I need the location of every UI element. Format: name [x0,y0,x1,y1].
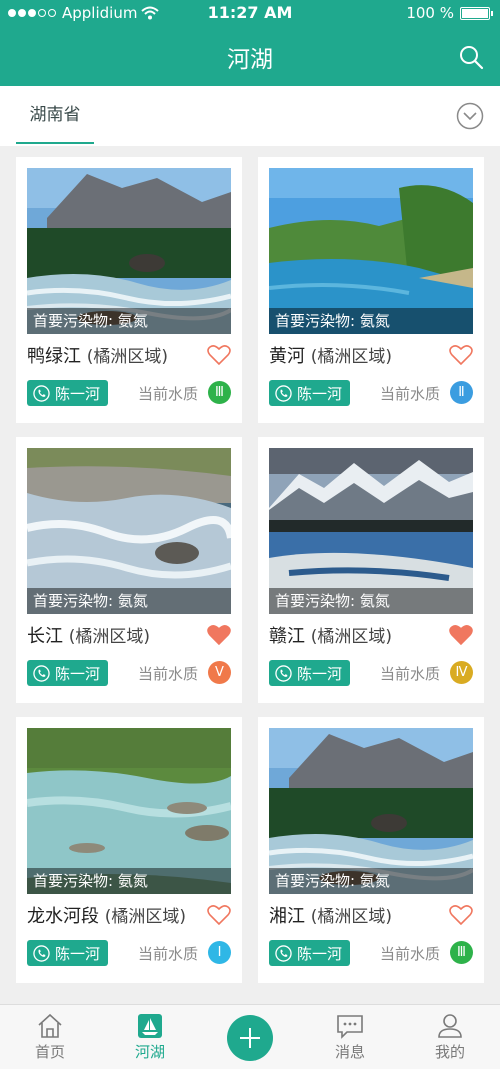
river-title: 湘江 (橘洲区域) [269,902,392,928]
region-tab[interactable]: 湖南省 [16,86,94,144]
river-region: (橘洲区域) [86,347,168,367]
home-icon [38,1013,62,1038]
water-quality-grade-badge: Ⅲ [450,941,473,964]
call-keeper-button[interactable]: 陈一河 [27,660,109,686]
river-card[interactable]: 首要污染物: 氨氮 龙水河段 (橘洲区域) 陈一河 当前水质 Ⅰ [16,717,242,983]
river-photo: 首要污染物: 氨氮 [269,448,473,614]
phone-icon [33,384,50,402]
water-quality-grade-badge: Ⅲ [208,381,231,404]
phone-icon [33,944,50,962]
tab-messages-label: 消息 [334,1043,365,1061]
heart-icon[interactable] [207,344,231,366]
app-header: Applidium 11:27 AM 100 % 河湖 [0,0,500,86]
tab-rivers[interactable]: 河湖 [100,1005,200,1069]
phone-icon [275,944,292,962]
river-title: 赣江 (橘洲区域) [269,622,392,648]
water-quality-grade-badge: Ⅴ [208,661,231,684]
water-quality-label: 当前水质 [379,385,440,403]
phone-icon [275,664,292,682]
river-region: (橘洲区域) [310,347,392,367]
river-name: 赣江 [269,626,305,647]
river-title: 黄河 (橘洲区域) [269,342,392,368]
tab-home[interactable]: 首页 [0,1005,100,1069]
heart-icon[interactable] [207,904,231,926]
tab-profile-label: 我的 [434,1043,465,1061]
boat-icon [138,1014,162,1038]
river-title: 鸭绿江 (橘洲区域) [27,342,168,368]
tab-rivers-label: 河湖 [134,1043,165,1061]
river-photo: 首要污染物: 氨氮 [269,168,473,334]
search-icon[interactable] [458,44,484,70]
plus-icon [240,1028,260,1048]
heart-filled-icon[interactable] [449,624,473,646]
pollutant-caption: 首要污染物: 氨氮 [269,308,473,334]
user-icon [438,1014,462,1038]
call-keeper-button[interactable]: 陈一河 [269,380,351,406]
pollutant-caption: 首要污染物: 氨氮 [269,868,473,894]
chevron-down-icon[interactable] [456,102,484,130]
heart-icon[interactable] [449,344,473,366]
status-bar: Applidium 11:27 AM 100 % [0,0,500,26]
water-quality-label: 当前水质 [379,945,440,963]
water-quality-grade-badge: Ⅳ [450,661,473,684]
river-title: 长江 (橘洲区域) [27,622,150,648]
river-photo: 首要污染物: 氨氮 [269,728,473,894]
river-card[interactable]: 首要污染物: 氨氮 湘江 (橘洲区域) 陈一河 当前水质 Ⅲ [258,717,484,983]
keeper-name: 陈一河 [297,664,343,683]
phone-icon [33,664,50,682]
pollutant-caption: 首要污染物: 氨氮 [27,308,231,334]
filter-bar: 湖南省 [0,86,500,146]
keeper-name: 陈一河 [55,664,101,683]
tab-profile[interactable]: 我的 [400,1005,500,1069]
pollutant-caption: 首要污染物: 氨氮 [27,588,231,614]
keeper-name: 陈一河 [297,944,343,963]
water-quality-label: 当前水质 [137,385,198,403]
water-quality-grade-badge: Ⅰ [208,941,231,964]
river-card[interactable]: 首要污染物: 氨氮 长江 (橘洲区域) 陈一河 当前水质 Ⅴ [16,437,242,703]
river-region: (橘洲区域) [310,907,392,927]
heart-filled-icon[interactable] [207,624,231,646]
water-quality-label: 当前水质 [137,945,198,963]
pollutant-caption: 首要污染物: 氨氮 [27,868,231,894]
add-button[interactable] [227,1015,273,1061]
call-keeper-button[interactable]: 陈一河 [27,940,109,966]
water-quality-label: 当前水质 [137,665,198,683]
keeper-name: 陈一河 [55,384,101,403]
river-name: 鸭绿江 [27,346,81,367]
page-title: 河湖 [227,47,273,73]
river-card[interactable]: 首要污染物: 氨氮 赣江 (橘洲区域) 陈一河 当前水质 Ⅳ [258,437,484,703]
call-keeper-button[interactable]: 陈一河 [269,660,351,686]
river-name: 龙水河段 [27,906,99,927]
river-name: 长江 [27,626,63,647]
river-title: 龙水河段 (橘洲区域) [27,902,186,928]
phone-icon [275,384,292,402]
call-keeper-button[interactable]: 陈一河 [27,380,109,406]
tab-home-label: 首页 [34,1043,65,1061]
river-name: 黄河 [269,346,305,367]
call-keeper-button[interactable]: 陈一河 [269,940,351,966]
river-card[interactable]: 首要污染物: 氨氮 黄河 (橘洲区域) 陈一河 当前水质 Ⅱ [258,157,484,423]
keeper-name: 陈一河 [297,384,343,403]
pollutant-caption: 首要污染物: 氨氮 [269,588,473,614]
river-region: (橘洲区域) [104,907,186,927]
river-photo: 首要污染物: 氨氮 [27,728,231,894]
message-icon [337,1015,363,1039]
tab-bar: 首页 河湖 消息 我的 [0,1004,500,1069]
river-photo: 首要污染物: 氨氮 [27,448,231,614]
river-card[interactable]: 首要污染物: 氨氮 鸭绿江 (橘洲区域) 陈一河 当前水质 Ⅲ [16,157,242,423]
keeper-name: 陈一河 [55,944,101,963]
water-quality-grade-badge: Ⅱ [450,381,473,404]
river-region: (橘洲区域) [68,627,150,647]
heart-icon[interactable] [449,904,473,926]
water-quality-label: 当前水质 [379,665,440,683]
tab-messages[interactable]: 消息 [300,1005,400,1069]
river-name: 湘江 [269,906,305,927]
battery-percent: 100 % [406,4,454,22]
river-region: (橘洲区域) [310,627,392,647]
battery-icon [460,6,493,20]
river-photo: 首要污染物: 氨氮 [27,168,231,334]
